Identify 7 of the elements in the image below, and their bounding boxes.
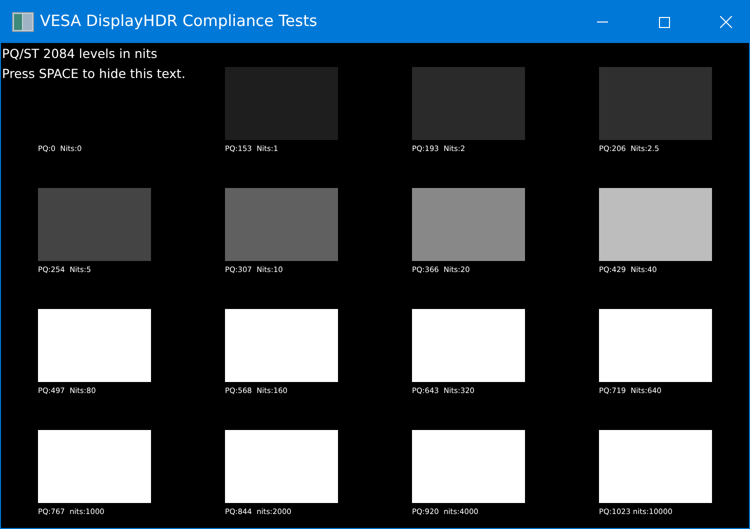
maximize-icon xyxy=(658,16,670,28)
instruction-text: PQ/ST 2084 levels in nits xyxy=(2,45,158,63)
window-title: VESA DisplayHDR Compliance Tests xyxy=(40,11,318,32)
app-icon xyxy=(12,12,34,32)
instruction-text: Press SPACE to hide this text. xyxy=(2,65,186,83)
minimize-icon xyxy=(596,21,608,23)
close-icon xyxy=(720,16,732,28)
